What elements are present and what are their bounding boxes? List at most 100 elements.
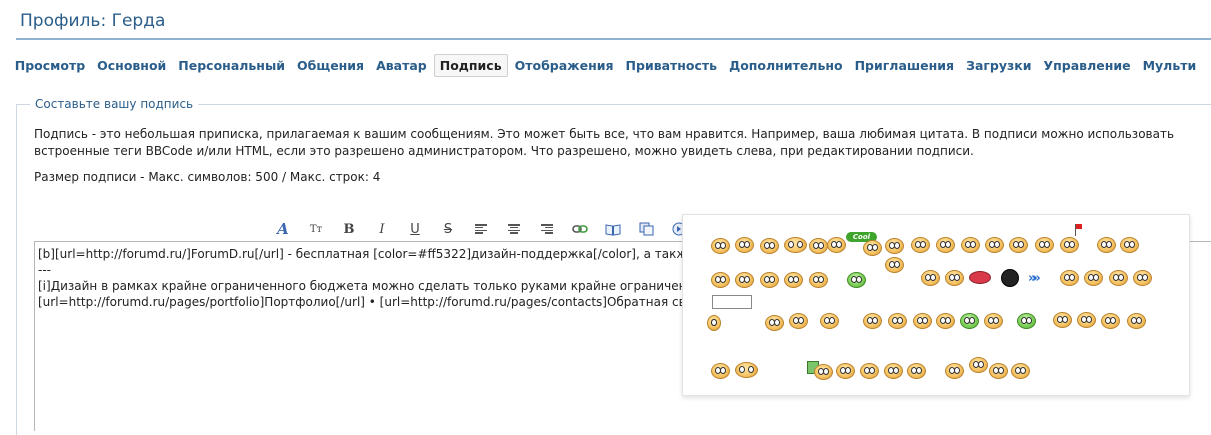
signature-limits: Размер подписи - Макс. символов: 500 / М… bbox=[34, 170, 381, 184]
align-left-button[interactable] bbox=[470, 219, 492, 239]
align-center-icon bbox=[508, 224, 520, 234]
tab-invitations[interactable]: Приглашения bbox=[850, 54, 959, 77]
smiley-icon[interactable] bbox=[789, 313, 808, 329]
smiley-icon[interactable] bbox=[827, 237, 846, 253]
bbcode-toolbar: A Tт B I U S bbox=[272, 219, 701, 239]
smiley-icon[interactable] bbox=[860, 363, 879, 379]
smiley-icon[interactable] bbox=[809, 238, 828, 254]
smiley-icon[interactable] bbox=[1101, 313, 1120, 329]
smiley-icon[interactable] bbox=[735, 362, 758, 378]
tab-multi[interactable]: Мульти bbox=[1138, 54, 1202, 77]
smiley-icon[interactable] bbox=[945, 270, 964, 286]
smiley-icon[interactable] bbox=[884, 363, 903, 379]
font-face-button[interactable]: A bbox=[272, 219, 294, 239]
smiley-icon[interactable] bbox=[735, 272, 754, 288]
smiley-icon[interactable] bbox=[1035, 237, 1054, 253]
smiley-icon[interactable] bbox=[863, 313, 882, 329]
smiley-icon[interactable] bbox=[913, 313, 932, 329]
arrows-icon[interactable]: »» bbox=[1028, 271, 1041, 286]
ball-icon[interactable] bbox=[1001, 269, 1019, 287]
smiley-icon[interactable] bbox=[885, 257, 904, 273]
smiley-icon[interactable] bbox=[936, 237, 955, 253]
smiley-icon[interactable] bbox=[760, 272, 779, 288]
smiley-icon[interactable] bbox=[921, 270, 940, 286]
smiley-icon[interactable] bbox=[1127, 313, 1146, 329]
smiley-icon[interactable] bbox=[765, 315, 784, 331]
smiley-icon[interactable] bbox=[885, 238, 904, 254]
tab-avatar[interactable]: Аватар bbox=[371, 54, 432, 77]
smiley-icon[interactable] bbox=[1097, 237, 1116, 253]
tab-view[interactable]: Просмотр bbox=[10, 54, 90, 77]
smiley-icon[interactable] bbox=[1017, 313, 1036, 329]
smiley-icon[interactable] bbox=[911, 237, 930, 253]
smiley-icon[interactable] bbox=[814, 364, 833, 380]
tab-display[interactable]: Отображения bbox=[510, 54, 619, 77]
smiley-icon[interactable] bbox=[1011, 363, 1030, 379]
smiley-icon[interactable] bbox=[960, 313, 979, 329]
smiley-icon[interactable] bbox=[907, 363, 926, 379]
copy-icon bbox=[639, 222, 653, 236]
smiley-icon[interactable] bbox=[945, 363, 964, 379]
smiley-icon[interactable] bbox=[1060, 270, 1079, 286]
tab-main[interactable]: Основной bbox=[92, 54, 171, 77]
text-field-icon bbox=[712, 295, 752, 309]
underline-button[interactable]: U bbox=[404, 219, 426, 239]
smiley-icon[interactable] bbox=[863, 240, 882, 256]
smiley-icon[interactable] bbox=[1053, 312, 1072, 328]
smiley-icon[interactable] bbox=[711, 363, 730, 379]
tab-messaging[interactable]: Общения bbox=[292, 54, 369, 77]
smiley-icon[interactable] bbox=[735, 237, 754, 253]
profile-tabs: Просмотр Основной Персональный Общения А… bbox=[0, 50, 1211, 80]
smiley-icon[interactable] bbox=[711, 272, 730, 288]
smiley-icon[interactable] bbox=[1077, 312, 1096, 328]
smiley-icon[interactable] bbox=[888, 313, 907, 329]
signature-description: Подпись - это небольшая приписка, прилаг… bbox=[34, 127, 1175, 158]
smiley-icon[interactable] bbox=[984, 313, 1003, 329]
align-left-icon bbox=[475, 224, 487, 234]
tab-personal[interactable]: Персональный bbox=[173, 54, 290, 77]
smiley-icon[interactable] bbox=[847, 272, 866, 288]
smiley-icon[interactable] bbox=[809, 272, 828, 288]
smiley-icon[interactable] bbox=[985, 237, 1004, 253]
fieldset-legend: Составьте вашу подпись bbox=[30, 97, 199, 111]
smilies-panel: Cool »» bbox=[682, 214, 1190, 396]
align-right-button[interactable] bbox=[536, 219, 558, 239]
title-divider bbox=[16, 38, 1211, 40]
smiley-icon[interactable] bbox=[961, 237, 980, 253]
smiley-icon[interactable] bbox=[1109, 270, 1128, 286]
smiley-icon[interactable] bbox=[989, 363, 1008, 379]
smiley-icon[interactable] bbox=[836, 363, 855, 379]
tab-management[interactable]: Управление bbox=[1039, 54, 1136, 77]
tab-signature[interactable]: Подпись bbox=[433, 53, 508, 77]
strikethrough-button[interactable]: S bbox=[437, 219, 459, 239]
smiley-icon[interactable] bbox=[1009, 237, 1028, 253]
font-size-button[interactable]: Tт bbox=[305, 219, 327, 239]
smiley-icon[interactable] bbox=[760, 238, 779, 254]
code-button[interactable] bbox=[635, 219, 657, 239]
bold-button[interactable]: B bbox=[338, 219, 360, 239]
tab-uploads[interactable]: Загрузки bbox=[961, 54, 1036, 77]
smiley-icon[interactable] bbox=[1133, 270, 1152, 286]
smiley-icon[interactable] bbox=[1060, 237, 1079, 253]
italic-button[interactable]: I bbox=[371, 219, 393, 239]
smiley-icon[interactable] bbox=[1120, 237, 1139, 253]
smiley-icon[interactable] bbox=[784, 237, 807, 253]
page-title: Профиль: Герда bbox=[20, 11, 166, 31]
flag-icon bbox=[1076, 224, 1082, 229]
align-center-button[interactable] bbox=[503, 219, 525, 239]
red-smiley-icon[interactable] bbox=[969, 271, 991, 284]
align-right-icon bbox=[541, 224, 553, 234]
smiley-icon[interactable] bbox=[707, 315, 721, 331]
smiley-icon[interactable] bbox=[969, 357, 988, 373]
smiley-icon[interactable] bbox=[784, 272, 803, 288]
link-icon bbox=[572, 225, 588, 233]
smiley-icon[interactable] bbox=[820, 313, 839, 329]
link-button[interactable] bbox=[569, 219, 591, 239]
smiley-icon[interactable] bbox=[936, 313, 955, 329]
quote-button[interactable] bbox=[602, 219, 624, 239]
smiley-icon[interactable] bbox=[1084, 270, 1103, 286]
tab-additional[interactable]: Дополнительно bbox=[724, 54, 848, 77]
tab-privacy[interactable]: Приватность bbox=[621, 54, 723, 77]
book-icon bbox=[605, 223, 621, 236]
smiley-icon[interactable] bbox=[711, 238, 730, 254]
